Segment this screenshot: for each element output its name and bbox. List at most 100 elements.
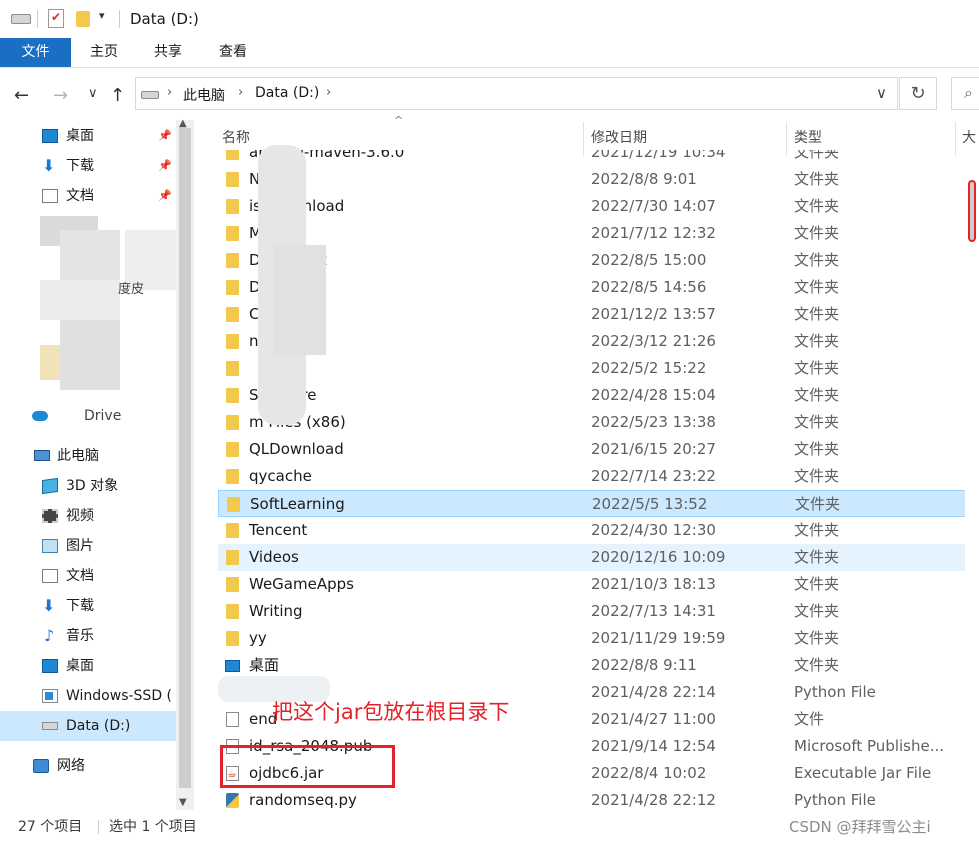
sidebar-item-label: 音乐 — [66, 628, 94, 644]
file-row[interactable]: iskDownload2022/7/30 14:07文件夹 — [218, 193, 979, 220]
file-row[interactable]: qycache 2022/7/14 23:22 文件夹 — [218, 463, 979, 490]
file-type: Python File — [794, 791, 876, 809]
search-input[interactable]: ⌕ — [951, 77, 979, 110]
file-row[interactable]: ojdbc6.jar 2022/8/4 10:02 Executable Jar F… — [218, 760, 979, 787]
sidebar-item-documents-pinned[interactable]: 文档 📌 — [0, 181, 176, 211]
file-type: Python File — [794, 683, 876, 701]
column-header-date[interactable]: 修改日期 — [591, 127, 647, 149]
sidebar-item-downloads-pinned[interactable]: ⬇ 下载 📌 — [0, 151, 176, 181]
tab-share[interactable]: 共享 — [150, 38, 186, 67]
sidebar-item-network[interactable]: 网络 — [0, 751, 176, 781]
scrollbar-thumb[interactable] — [179, 128, 191, 788]
folder-icon — [226, 550, 239, 565]
sidebar-scrollbar[interactable]: ▲ ▼ — [176, 118, 194, 810]
file-modified-date: 2022/4/28 15:04 — [591, 386, 716, 404]
chevron-down-icon[interactable]: ∨ — [876, 84, 887, 102]
file-row[interactable]: 桌面 2022/8/8 9:11 文件夹 — [218, 652, 979, 679]
recent-locations-chevron-icon[interactable]: ∨ — [88, 86, 98, 101]
chevron-right-icon[interactable]: › — [238, 85, 243, 100]
pin-icon[interactable]: 📌 — [158, 151, 172, 181]
column-header-size[interactable]: 大 — [962, 127, 976, 149]
file-row[interactable]: Netdisk2022/8/8 9:01文件夹 — [218, 166, 979, 193]
file-row[interactable]: apache-maven-3.6.0 2021/12/19 10:34 文件夹 — [218, 150, 979, 166]
file-modified-date: 2022/7/30 14:07 — [591, 197, 716, 215]
scroll-down-icon[interactable]: ▼ — [179, 797, 187, 808]
file-row[interactable]: id_rsa_2048.pub 2021/9/14 12:54 Microsoft … — [218, 733, 979, 760]
file-type: 文件夹 — [794, 305, 840, 323]
file-row[interactable]: QLDownload 2021/6/15 20:27 文件夹 — [218, 436, 979, 463]
sidebar-item-desktop[interactable]: 桌面 — [0, 651, 176, 681]
file-row[interactable]: randomseq.py 2021/4/28 22:12 Python File — [218, 787, 979, 812]
file-row[interactable]: WeGameApps 2021/10/3 18:13 文件夹 — [218, 571, 979, 598]
file-row[interactable]: Tencent 2022/4/30 12:30 文件夹 — [218, 517, 979, 544]
3d-objects-icon — [42, 477, 58, 495]
sidebar-item-label: 下载 — [66, 598, 94, 614]
tab-file[interactable]: 文件 — [0, 38, 71, 67]
file-modified-date: 2021/6/15 20:27 — [591, 440, 716, 458]
file-type: Executable Jar File — [794, 764, 932, 782]
file-row[interactable]: Download2022/8/5 14:56文件夹 — [218, 274, 979, 301]
file-row[interactable]: Document2022/8/5 15:00文件夹 — [218, 247, 979, 274]
file-type: 文件夹 — [794, 629, 840, 647]
file-row[interactable]: m Files (x86)2022/5/23 13:38文件夹 — [218, 409, 979, 436]
folder-icon — [227, 497, 240, 512]
sidebar-item-downloads[interactable]: ⬇ 下载 — [0, 591, 176, 621]
file-modified-date: 2021/9/14 12:54 — [591, 737, 716, 755]
properties-icon[interactable] — [48, 9, 64, 28]
sidebar-item-data-drive[interactable]: Data (D:) — [0, 711, 176, 741]
column-header-type[interactable]: 类型 — [794, 127, 822, 149]
file-type: 文件夹 — [794, 548, 840, 566]
chevron-right-icon[interactable]: › — [167, 85, 172, 100]
up-arrow-icon[interactable]: ↑ — [110, 85, 125, 106]
sidebar-item-windows-ssd[interactable]: Windows-SSD ( — [0, 681, 176, 711]
sidebar-item-desktop-pinned[interactable]: 桌面 📌 — [0, 121, 176, 151]
file-row[interactable]: nload2022/3/12 21:26文件夹 — [218, 328, 979, 355]
breadcrumb-data-drive[interactable]: Data (D:) — [255, 85, 319, 101]
sidebar-item-pictures[interactable]: 图片 — [0, 531, 176, 561]
obscured-region — [40, 280, 120, 320]
quick-access-dropdown-icon[interactable]: ▾ — [99, 9, 105, 22]
file-modified-date: 2021/4/27 11:00 — [591, 710, 716, 728]
music-icon: ♪ — [44, 626, 55, 645]
column-header-name[interactable]: 名称 — [222, 127, 250, 149]
file-modified-date: 2022/4/30 12:30 — [591, 521, 716, 539]
pin-icon[interactable]: 📌 — [158, 121, 172, 151]
sidebar-item-music[interactable]: ♪ 音乐 — [0, 621, 176, 651]
file-type: 文件夹 — [794, 602, 840, 620]
chevron-right-icon[interactable]: › — [326, 85, 331, 100]
sidebar-item-3d-objects[interactable]: 3D 对象 — [0, 471, 176, 501]
pin-icon[interactable]: 📌 — [158, 181, 172, 211]
file-list-scrollbar[interactable] — [965, 150, 979, 812]
file-icon — [226, 712, 239, 727]
tab-home[interactable]: 主页 — [86, 38, 122, 67]
sidebar-item-documents[interactable]: 文档 — [0, 561, 176, 591]
refresh-button[interactable]: ↻ — [899, 77, 937, 110]
file-row[interactable]: SoftLearning 2022/5/5 13:52 文件夹 — [218, 490, 979, 517]
forward-arrow-icon[interactable]: → — [53, 85, 68, 106]
file-row[interactable]: Mu2021/7/12 12:32文件夹 — [218, 220, 979, 247]
scrollbar-thumb[interactable] — [968, 180, 976, 242]
sidebar-item-onedrive[interactable]: Drive — [0, 401, 176, 431]
file-row[interactable]: Softstore2022/4/28 15:04文件夹 — [218, 382, 979, 409]
folder-icon — [226, 415, 239, 430]
pc-icon — [34, 450, 50, 461]
file-modified-date: 2021/4/28 22:14 — [591, 683, 716, 701]
breadcrumb-this-pc[interactable]: 此电脑 — [183, 85, 225, 105]
file-row[interactable]: Writing 2022/7/13 14:31 文件夹 — [218, 598, 979, 625]
file-row[interactable]: 2022/5/2 15:22 文件夹 — [218, 355, 979, 382]
network-icon — [33, 759, 49, 773]
file-row[interactable]: Videos 2020/12/16 10:09 文件夹 — [218, 544, 979, 571]
file-row[interactable]: C 2021/12/2 13:57 文件夹 — [218, 301, 979, 328]
file-type: 文件夹 — [795, 495, 841, 513]
file-name: QLDownload — [249, 440, 344, 458]
navigation-bar: ← → ∨ ↑ › 此电脑 › Data (D:) › ∨ ↻ ⌕ — [0, 68, 979, 120]
file-modified-date: 2022/8/5 15:00 — [591, 251, 707, 269]
sidebar-item-videos[interactable]: 视频 — [0, 501, 176, 531]
new-folder-icon[interactable] — [76, 11, 90, 27]
file-modified-date: 2022/8/8 9:01 — [591, 170, 697, 188]
back-arrow-icon[interactable]: ← — [14, 85, 29, 106]
address-bar[interactable]: › 此电脑 › Data (D:) › ∨ — [135, 77, 898, 110]
file-row[interactable]: yy 2021/11/29 19:59 文件夹 — [218, 625, 979, 652]
tab-view[interactable]: 查看 — [215, 38, 251, 67]
sidebar-item-this-pc[interactable]: 此电脑 — [0, 441, 176, 471]
